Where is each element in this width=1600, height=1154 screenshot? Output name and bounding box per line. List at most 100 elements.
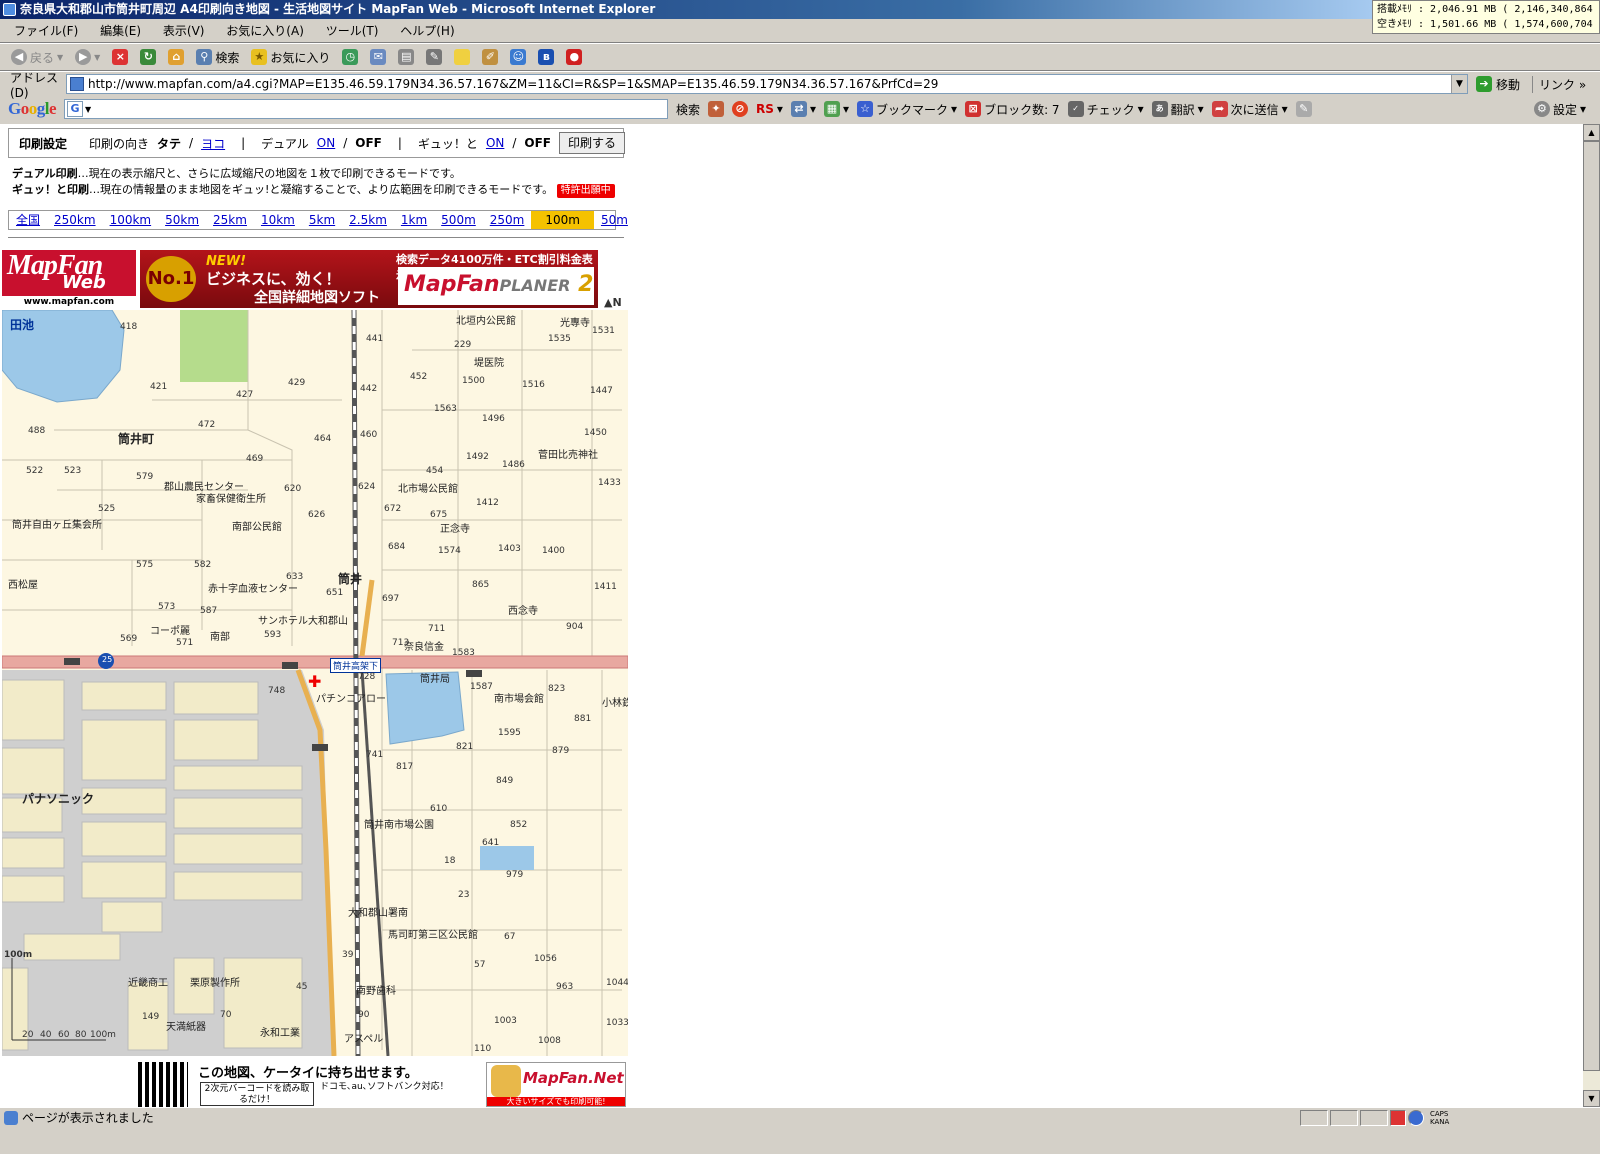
research-button[interactable]: ✐ xyxy=(479,46,501,68)
scale-250m[interactable]: 250m xyxy=(483,211,532,229)
search-icon: ⚲ xyxy=(196,49,213,65)
scale-national[interactable]: 全国 xyxy=(9,211,47,229)
dual-on-link[interactable]: ON xyxy=(317,136,335,150)
help-icon[interactable] xyxy=(1408,1109,1424,1126)
edit-button[interactable]: ✎ xyxy=(423,46,445,68)
favorites-button[interactable]: ★ お気に入り xyxy=(248,46,333,68)
google-news-button[interactable]: ✦ xyxy=(708,101,725,117)
translate-button[interactable]: あ翻訳 ▾ xyxy=(1151,101,1204,118)
scale-2-5km[interactable]: 2.5km xyxy=(342,211,394,229)
links-button[interactable]: リンク » xyxy=(1532,75,1586,93)
scroll-down-button[interactable]: ▼ xyxy=(1583,1090,1600,1107)
google-compass-button[interactable]: ⊘ xyxy=(732,101,749,117)
scale-selector: 全国 250km 100km 50km 25km 10km 5km 2.5km … xyxy=(8,210,628,230)
address-url[interactable]: http://www.mapfan.com/a4.cgi?MAP=E135.46… xyxy=(88,77,1451,91)
menu-view[interactable]: 表示(V) xyxy=(163,20,205,42)
home-button[interactable]: ⌂ xyxy=(165,46,187,68)
status-cell xyxy=(1330,1109,1358,1126)
refresh-button[interactable]: ↻ xyxy=(137,46,159,68)
main-road xyxy=(2,655,628,669)
google-rs-button[interactable]: RS ▾ xyxy=(756,102,783,116)
scale-100m[interactable]: 100m xyxy=(531,211,594,229)
address-dropdown-button[interactable]: ▼ xyxy=(1451,75,1467,93)
scroll-up-button[interactable]: ▲ xyxy=(1583,124,1600,141)
search-button[interactable]: ⚲ 検索 xyxy=(193,46,242,68)
google-search-input[interactable]: G ▼ xyxy=(64,99,669,119)
map-view[interactable]: 田池 筒井町 郡山農民センター 家畜保健衛生所 南部公民館 筒井自由ヶ丘集会所 … xyxy=(2,310,628,1056)
print-toolbar-button[interactable]: ▤ xyxy=(395,46,417,68)
bookmark-star-icon: ☆ xyxy=(857,101,874,117)
popup-blocked-button[interactable]: ⊠ ブロック数: 7 xyxy=(965,101,1060,118)
bluetooth-button[interactable]: ʙ xyxy=(535,46,557,68)
pencil-icon: ✎ xyxy=(1295,101,1312,117)
gyu-on-link[interactable]: ON xyxy=(486,136,504,150)
google-share-button[interactable]: ⇄ ▾ xyxy=(790,101,816,117)
place-label: 正念寺 xyxy=(440,524,470,535)
small-pond xyxy=(480,846,534,870)
spellcheck-button[interactable]: ✓ チェック ▾ xyxy=(1067,101,1144,118)
addon-button[interactable]: ● xyxy=(563,46,585,68)
star-icon: ★ xyxy=(251,49,268,65)
place-label: 栗原製作所 xyxy=(190,978,240,989)
bluetooth-icon: ʙ xyxy=(538,49,555,65)
scale-1km[interactable]: 1km xyxy=(394,211,434,229)
scale-25km[interactable]: 25km xyxy=(206,211,254,229)
scale-50m[interactable]: 50m xyxy=(594,211,635,229)
note-button[interactable] xyxy=(451,46,473,68)
google-toolbar: Google G ▼ 検索 ✦ ⊘ RS ▾ ⇄ ▾ ▦ ▾ ☆ ブックマーク ▾ … xyxy=(0,96,1600,122)
stop-button[interactable]: × xyxy=(109,46,131,68)
google-bookmarks-button[interactable]: ☆ ブックマーク ▾ xyxy=(857,101,957,118)
header-banner: MapFan Web www.mapfan.com No.1 NEW! ビジネス… xyxy=(2,250,628,310)
divider xyxy=(8,237,624,238)
note-icon xyxy=(454,49,471,65)
orientation-landscape-link[interactable]: ヨコ xyxy=(201,135,225,152)
orientation-label: 印刷の向き xyxy=(89,136,150,151)
history-button[interactable]: ◷ xyxy=(339,46,361,68)
window-title-bar[interactable]: 奈良県大和郡山市筒井町周辺 A4印刷向き地図 - 生活地図サイト MapFan … xyxy=(0,0,1372,19)
menu-favorites[interactable]: お気に入り(A) xyxy=(226,20,304,42)
scroll-thumb[interactable] xyxy=(1583,141,1600,1071)
menu-help[interactable]: ヘルプ(H) xyxy=(400,20,454,42)
google-g-icon: G xyxy=(67,101,84,117)
google-search-button[interactable]: 検索 xyxy=(676,101,700,118)
vertical-scrollbar[interactable]: ▲ ▼ xyxy=(1583,124,1600,1107)
place-label: 田池 xyxy=(10,318,35,332)
menu-tools[interactable]: ツール(T) xyxy=(326,20,379,42)
mobile-promo-banner: この地図、ケータイに持ち出せます。 2次元バーコードを読み取るだけ！ ドコモ､a… xyxy=(138,1062,628,1107)
send-to-button[interactable]: ➦ 次に送信 ▾ xyxy=(1211,101,1288,118)
go-arrow-icon: ➔ xyxy=(1476,76,1492,92)
scale-10km[interactable]: 10km xyxy=(254,211,302,229)
place-label: 西松屋 xyxy=(8,580,38,591)
place-label: 南部公民館 xyxy=(232,522,282,533)
back-button[interactable]: ◀ 戻る ▼ xyxy=(8,46,66,68)
menu-bar: ファイル(F) 編集(E) 表示(V) お気に入り(A) ツール(T) ヘルプ(… xyxy=(0,20,1372,42)
scale-250km[interactable]: 250km xyxy=(47,211,103,229)
menu-file[interactable]: ファイル(F) xyxy=(14,20,78,42)
google-pagerank-button[interactable]: ▦ ▾ xyxy=(823,101,849,117)
messenger-button[interactable]: ☺ xyxy=(507,46,529,68)
orientation-portrait: タテ xyxy=(157,136,182,151)
planer-ad-banner[interactable]: No.1 NEW! ビジネスに、効く！ 全国詳細地図ソフト 検索データ4100万… xyxy=(140,250,598,308)
google-settings-button[interactable]: ⚙ 設定 ▾ xyxy=(1533,101,1586,118)
highlight-button[interactable]: ✎ xyxy=(1295,101,1312,117)
menu-edit[interactable]: 編集(E) xyxy=(100,20,141,42)
address-input[interactable]: http://www.mapfan.com/a4.cgi?MAP=E135.46… xyxy=(66,74,1468,94)
forward-arrow-icon: ▶ xyxy=(75,49,92,65)
mapfan-web-logo[interactable]: MapFan Web www.mapfan.com xyxy=(2,250,136,308)
mapfan-net-banner[interactable]: MapFan.Net 大きいサイズでも印刷可能! xyxy=(486,1062,626,1107)
window-bottom-edge xyxy=(0,1127,1600,1154)
scale-5km[interactable]: 5km xyxy=(302,211,342,229)
place-label: パチンコアロー xyxy=(316,694,386,705)
place-label: 筒井南市場公園 xyxy=(364,820,434,831)
scale-100km[interactable]: 100km xyxy=(103,211,159,229)
scale-50km[interactable]: 50km xyxy=(158,211,206,229)
print-button[interactable]: 印刷する xyxy=(559,132,626,154)
patent-pending-badge: 特許出願中 xyxy=(556,184,615,198)
go-button[interactable]: ➔ 移動 xyxy=(1476,76,1520,93)
mail-button[interactable]: ✉ xyxy=(367,46,389,68)
scale-500m[interactable]: 500m xyxy=(434,211,483,229)
caps-indicator: CAPS xyxy=(1430,1109,1449,1118)
forward-button[interactable]: ▶ ▼ xyxy=(72,46,103,68)
compass-icon: ⊘ xyxy=(732,101,749,117)
ime-icon[interactable] xyxy=(1390,1109,1406,1126)
